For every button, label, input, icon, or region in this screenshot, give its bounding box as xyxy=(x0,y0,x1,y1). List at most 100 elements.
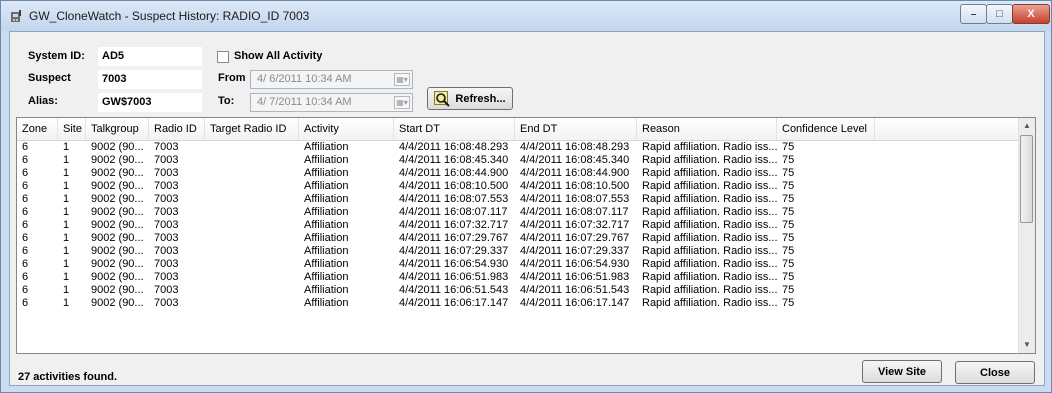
minimize-button[interactable]: – xyxy=(960,4,987,24)
cell-activity: Affiliation xyxy=(304,206,349,218)
table-row[interactable]: 6 1 9002 (90... 7003 Affiliation 4/4/201… xyxy=(17,141,1020,154)
suspect-label: Suspect xyxy=(28,72,71,84)
title-bar[interactable]: GW_CloneWatch - Suspect History: RADIO_I… xyxy=(1,1,1051,31)
cell-zone: 6 xyxy=(22,141,29,153)
cell-confidence-level: 75 xyxy=(782,245,795,257)
close-button[interactable]: Close xyxy=(955,361,1035,384)
show-all-activity-label[interactable]: Show All Activity xyxy=(234,50,322,62)
cell-start-dt: 4/4/2011 16:08:45.340 xyxy=(399,154,509,166)
column-header-reason[interactable]: Reason xyxy=(637,118,777,140)
scroll-up-icon[interactable]: ▲ xyxy=(1019,118,1035,134)
cell-radio-id: 7003 xyxy=(154,180,179,192)
cell-talkgroup: 9002 (90... xyxy=(91,271,144,283)
table-row[interactable]: 6 1 9002 (90... 7003 Affiliation 4/4/201… xyxy=(17,245,1020,258)
cell-activity: Affiliation xyxy=(304,232,349,244)
table-row[interactable]: 6 1 9002 (90... 7003 Affiliation 4/4/201… xyxy=(17,258,1020,271)
cell-talkgroup: 9002 (90... xyxy=(91,167,144,179)
table-row[interactable]: 6 1 9002 (90... 7003 Affiliation 4/4/201… xyxy=(17,219,1020,232)
cell-start-dt: 4/4/2011 16:08:07.117 xyxy=(399,206,508,218)
cell-start-dt: 4/4/2011 16:06:54.930 xyxy=(399,258,509,270)
minimize-icon: – xyxy=(970,8,977,20)
close-window-button[interactable]: X xyxy=(1012,4,1050,24)
cell-confidence-level: 75 xyxy=(782,180,795,192)
vertical-scrollbar[interactable]: ▲ ▼ xyxy=(1018,118,1035,353)
cell-confidence-level: 75 xyxy=(782,206,795,218)
cell-end-dt: 4/4/2011 16:06:54.930 xyxy=(520,258,630,270)
cell-zone: 6 xyxy=(22,297,29,309)
table-row[interactable]: 6 1 9002 (90... 7003 Affiliation 4/4/201… xyxy=(17,271,1020,284)
cell-talkgroup: 9002 (90... xyxy=(91,154,144,166)
refresh-button[interactable]: Refresh... xyxy=(427,87,513,110)
column-header-radio-id[interactable]: Radio ID xyxy=(149,118,205,140)
maximize-button[interactable]: □ xyxy=(986,4,1013,24)
cell-zone: 6 xyxy=(22,271,29,283)
table-row[interactable]: 6 1 9002 (90... 7003 Affiliation 4/4/201… xyxy=(17,284,1020,297)
cell-target-radio-id xyxy=(205,180,299,193)
table-row[interactable]: 6 1 9002 (90... 7003 Affiliation 4/4/201… xyxy=(17,167,1020,180)
cell-activity: Affiliation xyxy=(304,219,349,231)
cell-talkgroup: 9002 (90... xyxy=(91,297,144,309)
table-row[interactable]: 6 1 9002 (90... 7003 Affiliation 4/4/201… xyxy=(17,206,1020,219)
cell-activity: Affiliation xyxy=(304,258,349,270)
cell-reason: Rapid affiliation. Radio iss... xyxy=(642,154,777,166)
system-id-field[interactable]: AD5 xyxy=(98,47,202,66)
table-row[interactable]: 6 1 9002 (90... 7003 Affiliation 4/4/201… xyxy=(17,232,1020,245)
column-header-end-dt[interactable]: End DT xyxy=(515,118,637,140)
cell-confidence-level: 75 xyxy=(782,284,795,296)
table-row[interactable]: 6 1 9002 (90... 7003 Affiliation 4/4/201… xyxy=(17,193,1020,206)
cell-talkgroup: 9002 (90... xyxy=(91,141,144,153)
column-header-target-radio-id[interactable]: Target Radio ID xyxy=(205,118,299,140)
cell-radio-id: 7003 xyxy=(154,271,179,283)
calendar-dropdown-icon[interactable]: ▦▾ xyxy=(394,73,410,86)
cell-talkgroup: 9002 (90... xyxy=(91,284,144,296)
cell-site: 1 xyxy=(63,206,70,218)
alias-field[interactable]: GW$7003 xyxy=(98,93,202,112)
to-date-picker[interactable]: 4/ 7/2011 10:34 AM ▦▾ xyxy=(250,93,413,112)
cell-start-dt: 4/4/2011 16:08:07.553 xyxy=(399,193,509,205)
calendar-dropdown-icon[interactable]: ▦▾ xyxy=(394,96,410,109)
table-row[interactable]: 6 1 9002 (90... 7003 Affiliation 4/4/201… xyxy=(17,154,1020,167)
cell-target-radio-id xyxy=(205,232,299,245)
column-header-site[interactable]: Site xyxy=(58,118,86,140)
cell-confidence-level: 75 xyxy=(782,297,795,309)
cell-activity: Affiliation xyxy=(304,167,349,179)
activity-grid[interactable]: Zone Site Talkgroup Radio ID Target Radi… xyxy=(16,117,1036,354)
cell-radio-id: 7003 xyxy=(154,297,179,309)
column-header-start-dt[interactable]: Start DT xyxy=(394,118,515,140)
view-site-button[interactable]: View Site xyxy=(862,360,942,383)
scrollbar-thumb[interactable] xyxy=(1020,135,1033,223)
cell-radio-id: 7003 xyxy=(154,245,179,257)
cell-radio-id: 7003 xyxy=(154,206,179,218)
cell-radio-id: 7003 xyxy=(154,154,179,166)
close-label: Close xyxy=(980,366,1010,379)
cell-target-radio-id xyxy=(205,167,299,180)
scroll-down-icon[interactable]: ▼ xyxy=(1019,337,1035,353)
column-header-confidence-level[interactable]: Confidence Level xyxy=(777,118,875,140)
cell-target-radio-id xyxy=(205,258,299,271)
cell-site: 1 xyxy=(63,141,70,153)
cell-start-dt: 4/4/2011 16:06:51.983 xyxy=(399,271,509,283)
cell-confidence-level: 75 xyxy=(782,193,795,205)
cell-end-dt: 4/4/2011 16:06:17.147 xyxy=(520,297,630,309)
cell-site: 1 xyxy=(63,284,70,296)
table-row[interactable]: 6 1 9002 (90... 7003 Affiliation 4/4/201… xyxy=(17,297,1020,310)
from-date-picker[interactable]: 4/ 6/2011 10:34 AM ▦▾ xyxy=(250,70,413,89)
cell-talkgroup: 9002 (90... xyxy=(91,206,144,218)
cell-start-dt: 4/4/2011 16:07:29.337 xyxy=(399,245,509,257)
cell-confidence-level: 75 xyxy=(782,154,795,166)
magnifier-icon xyxy=(434,90,451,107)
column-header-zone[interactable]: Zone xyxy=(17,118,58,140)
cell-radio-id: 7003 xyxy=(154,193,179,205)
column-header-activity[interactable]: Activity xyxy=(299,118,394,140)
cell-activity: Affiliation xyxy=(304,297,349,309)
column-header-talkgroup[interactable]: Talkgroup xyxy=(86,118,149,140)
cell-zone: 6 xyxy=(22,245,29,257)
table-row[interactable]: 6 1 9002 (90... 7003 Affiliation 4/4/201… xyxy=(17,180,1020,193)
cell-reason: Rapid affiliation. Radio iss... xyxy=(642,232,777,244)
cell-radio-id: 7003 xyxy=(154,232,179,244)
suspect-field[interactable]: 7003 xyxy=(98,70,202,89)
cell-talkgroup: 9002 (90... xyxy=(91,180,144,192)
cell-site: 1 xyxy=(63,258,70,270)
cell-zone: 6 xyxy=(22,167,29,179)
show-all-activity-checkbox[interactable] xyxy=(217,51,229,63)
